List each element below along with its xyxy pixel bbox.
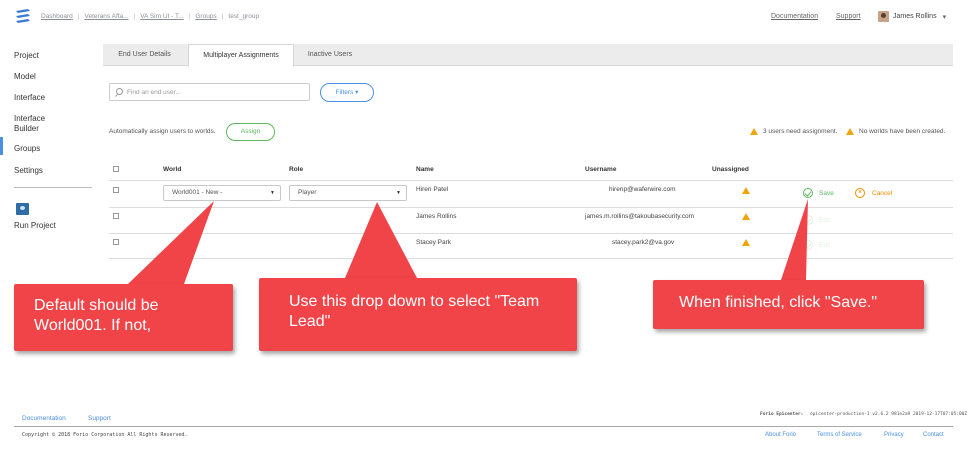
auto-assign-label: Automatically assign users to worlds. xyxy=(109,128,216,135)
terms-link[interactable]: Terms of Service xyxy=(817,432,862,438)
column-header-username: Username xyxy=(585,166,617,173)
no-worlds-text: No worlds have been created. xyxy=(859,128,946,135)
epicenter-logo-icon[interactable] xyxy=(14,8,32,26)
user-menu[interactable]: James Rollins ▾ xyxy=(878,11,946,22)
table-divider xyxy=(109,207,953,208)
search-icon xyxy=(116,88,123,95)
world-select-value: World001 - New - xyxy=(172,189,223,196)
column-header-world: World xyxy=(163,166,182,173)
username-cell: hirenp@waferwire.com xyxy=(609,186,676,193)
role-select[interactable]: Player ▼ xyxy=(289,185,407,201)
callout-pointer-world xyxy=(128,201,214,284)
column-header-name: Name xyxy=(416,166,434,173)
edit-label: Edit xyxy=(819,217,831,224)
copyright: Copyright © 2018 Forio Corporation All R… xyxy=(22,432,188,438)
sidebar-item-interface-builder-line2[interactable]: Builder xyxy=(14,124,39,134)
chevron-down-icon: ▼ xyxy=(270,190,275,196)
edit-icon xyxy=(803,215,813,225)
sidebar-item-settings[interactable]: Settings xyxy=(14,166,43,176)
username-cell: james.m.rollins@takoubasecurity.com xyxy=(585,213,695,220)
callout-pointer-role xyxy=(345,202,417,278)
footer-support-link[interactable]: Support xyxy=(88,415,111,422)
top-bar: Dashboard | Veterans Affa... | VA Sim UI - T… xyxy=(0,0,975,36)
sidebar-divider xyxy=(14,187,92,188)
run-project-icon[interactable] xyxy=(16,203,29,215)
table-divider xyxy=(109,258,953,259)
unassigned-warning-icon xyxy=(742,187,750,194)
warning-icon xyxy=(846,128,854,135)
need-assignment-text: 3 users need assignment. xyxy=(763,128,838,135)
callout-pointer-save xyxy=(781,199,808,280)
support-link[interactable]: Support xyxy=(836,13,861,20)
unassigned-warning-icon xyxy=(742,239,750,246)
documentation-link[interactable]: Documentation xyxy=(771,13,818,20)
contact-link[interactable]: Contact xyxy=(923,432,944,438)
chevron-down-icon: ▾ xyxy=(942,13,947,21)
footer-divider xyxy=(14,426,953,427)
breadcrumb-project[interactable]: VA Sim UI - T... xyxy=(140,13,183,20)
sidebar-item-groups[interactable]: Groups xyxy=(14,144,40,154)
epicenter-label: Forio Epicenter: xyxy=(760,412,804,417)
sidebar-item-model[interactable]: Model xyxy=(14,72,36,82)
user-name-cell: James Rollins xyxy=(416,213,457,220)
callout-save: When finished, click "Save." xyxy=(653,280,924,329)
cancel-icon: × xyxy=(855,188,865,198)
tab-multiplayer-assignments[interactable]: Multiplayer Assignments xyxy=(188,44,294,67)
user-name-cell: Stacey Park xyxy=(416,239,452,246)
save-label: Save xyxy=(819,190,834,197)
callout-world: Default should be World001. If not, xyxy=(14,284,233,351)
warning-icon xyxy=(750,128,758,135)
sidebar-item-interface[interactable]: Interface xyxy=(14,93,45,103)
user-name: James Rollins xyxy=(893,13,937,20)
footer-documentation-link[interactable]: Documentation xyxy=(22,415,66,422)
callout-role: Use this drop down to select "Team Lead" xyxy=(259,278,577,351)
sidebar-active-indicator xyxy=(0,137,3,155)
cancel-label: Cancel xyxy=(872,190,893,197)
column-header-role: Role xyxy=(289,166,304,173)
role-select-value: Player xyxy=(298,189,317,196)
row-checkbox[interactable] xyxy=(113,239,119,245)
table-divider xyxy=(109,180,953,181)
tab-inactive-users[interactable]: Inactive Users xyxy=(296,44,364,66)
app-root: Dashboard | Veterans Affa... | VA Sim UI - T… xyxy=(0,0,975,451)
tab-end-user-details[interactable]: End User Details xyxy=(103,44,186,66)
world-select[interactable]: World001 - New - ▼ xyxy=(163,185,281,201)
filters-button[interactable]: Filters ▾ xyxy=(320,83,374,102)
column-header-unassigned: Unassigned xyxy=(712,166,749,173)
avatar xyxy=(878,11,889,22)
tab-bar: End User Details Multiplayer Assignments… xyxy=(103,44,953,67)
privacy-link[interactable]: Privacy xyxy=(884,432,904,438)
search-field xyxy=(109,83,310,101)
username-cell: stacey.park2@va.gov xyxy=(612,239,675,246)
select-all-checkbox[interactable] xyxy=(113,166,119,172)
epicenter-version: epicenter-production-1 v2.6.2 981e2a9 20… xyxy=(810,412,968,417)
breadcrumb-dashboard[interactable]: Dashboard xyxy=(41,13,73,20)
breadcrumb: Dashboard | Veterans Affa... | VA Sim UI - T… xyxy=(41,13,260,20)
search-input[interactable] xyxy=(127,86,307,99)
edit-label: Edit xyxy=(819,242,831,249)
row-checkbox[interactable] xyxy=(113,187,119,193)
callout-pointers xyxy=(128,199,808,284)
sidebar-item-run-project[interactable]: Run Project xyxy=(14,221,56,231)
about-forio-link[interactable]: About Forio xyxy=(765,432,796,438)
table-divider xyxy=(109,233,953,234)
breadcrumb-project-group[interactable]: Veterans Affa... xyxy=(85,13,129,20)
sidebar-item-interface-builder-line1[interactable]: Interface xyxy=(14,114,45,124)
user-name-cell: Hiren Patel xyxy=(416,186,449,193)
check-icon xyxy=(803,188,813,198)
breadcrumb-current: test_group xyxy=(228,13,260,20)
sidebar-item-project[interactable]: Project xyxy=(14,51,39,61)
row-checkbox[interactable] xyxy=(113,213,119,219)
chevron-down-icon: ▼ xyxy=(396,190,401,196)
breadcrumb-groups[interactable]: Groups xyxy=(195,13,216,20)
assign-button[interactable]: Assign xyxy=(226,123,275,141)
unassigned-warning-icon xyxy=(742,213,750,220)
edit-icon xyxy=(803,240,813,250)
